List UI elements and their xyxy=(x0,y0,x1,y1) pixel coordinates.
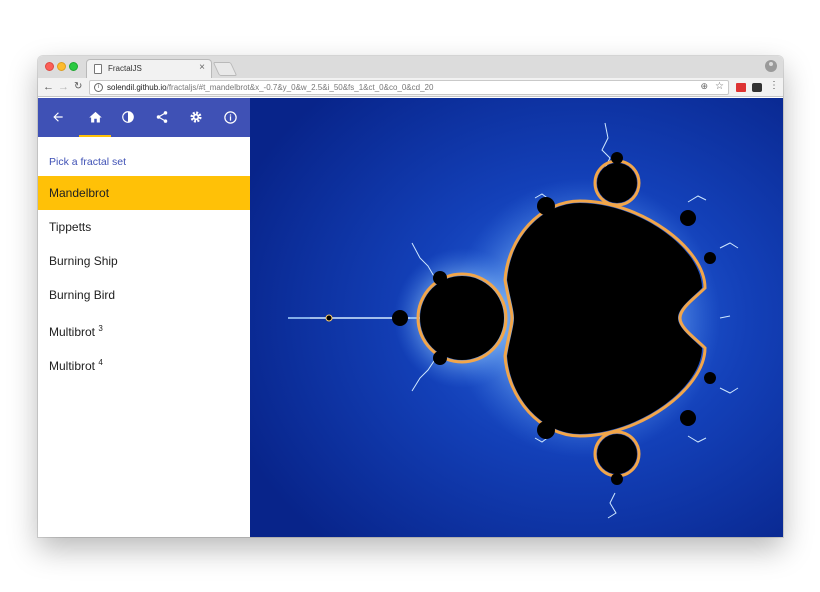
new-tab-button[interactable] xyxy=(212,62,238,76)
fractal-item-multibrot-4[interactable]: Multibrot 4 xyxy=(38,346,250,380)
section-title: Pick a fractal set xyxy=(49,156,127,168)
contrast-icon[interactable] xyxy=(118,107,138,127)
mandelbrot-set-image xyxy=(250,98,783,537)
browser-back-icon[interactable]: ← xyxy=(43,79,54,95)
tab-close-icon[interactable]: × xyxy=(199,62,205,73)
browser-forward-icon[interactable]: → xyxy=(58,79,69,95)
fractal-item-label: Burning Bird xyxy=(49,288,116,302)
extension-icon[interactable] xyxy=(752,83,762,92)
fractal-item-exponent: 4 xyxy=(98,358,103,367)
fractal-canvas[interactable] xyxy=(250,98,783,537)
arrow-back-icon[interactable] xyxy=(48,107,68,127)
bookmark-star-icon[interactable]: ☆ xyxy=(715,81,724,92)
fractal-item-multibrot-3[interactable]: Multibrot 3 xyxy=(38,312,250,346)
url-text[interactable]: solendil.github.io/fractaljs/#t_mandelbr… xyxy=(107,83,433,92)
sidebar: Pick a fractal set Mandelbrot Tippetts B… xyxy=(38,98,250,537)
fractal-item-exponent: 3 xyxy=(98,324,103,333)
active-tab-indicator xyxy=(79,135,111,137)
fractal-list: Mandelbrot Tippetts Burning Ship Burning… xyxy=(38,176,250,380)
fractal-item-tippetts[interactable]: Tippetts xyxy=(38,210,250,244)
gear-icon[interactable] xyxy=(186,107,206,127)
browser-window: FractalJS × ← → ↻ i solendil.github.io/f… xyxy=(38,56,783,537)
extension-icon[interactable] xyxy=(736,83,746,92)
browser-menu-icon[interactable]: ⋮ xyxy=(769,80,779,91)
tab-title: FractalJS xyxy=(108,64,142,73)
tab-strip: FractalJS × xyxy=(38,56,783,78)
info-icon[interactable] xyxy=(220,107,240,127)
fractal-item-label: Multibrot xyxy=(49,359,99,373)
address-bar[interactable]: i solendil.github.io/fractaljs/#t_mandel… xyxy=(89,80,729,95)
share-icon[interactable] xyxy=(152,107,172,127)
page-icon xyxy=(94,64,102,74)
url-host: solendil.github.io xyxy=(107,83,167,92)
browser-tab[interactable]: FractalJS × xyxy=(86,59,212,78)
minimize-window-button[interactable] xyxy=(57,62,66,71)
fractal-item-label: Mandelbrot xyxy=(49,186,110,200)
close-window-button[interactable] xyxy=(45,62,54,71)
maximize-window-button[interactable] xyxy=(69,62,78,71)
fractal-item-label: Burning Ship xyxy=(49,254,118,268)
site-info-icon[interactable]: i xyxy=(94,83,103,92)
fractal-item-burning-bird[interactable]: Burning Bird xyxy=(38,278,250,312)
reload-icon[interactable]: ↻ xyxy=(74,79,82,95)
fractal-item-label: Multibrot xyxy=(49,325,99,339)
browser-toolbar: ← → ↻ i solendil.github.io/fractaljs/#t_… xyxy=(38,78,783,97)
zoom-icon[interactable]: ⊕ xyxy=(700,81,708,92)
home-icon[interactable] xyxy=(85,107,105,127)
app-toolbar xyxy=(38,98,250,137)
url-path: /fractaljs/#t_mandelbrot&x_-0.7&y_0&w_2.… xyxy=(166,83,434,92)
fractal-item-burning-ship[interactable]: Burning Ship xyxy=(38,244,250,278)
profile-icon[interactable] xyxy=(765,60,777,72)
fractal-item-label: Tippetts xyxy=(49,220,92,234)
fractal-item-mandelbrot[interactable]: Mandelbrot xyxy=(38,176,250,210)
